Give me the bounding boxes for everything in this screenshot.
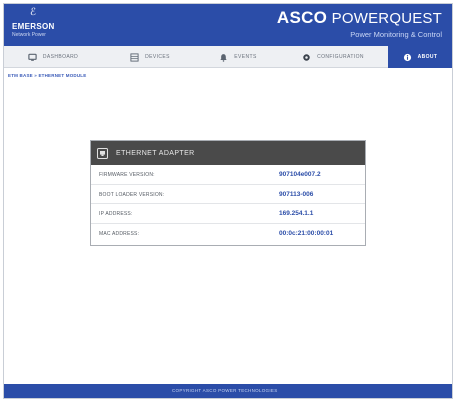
nav-tab-label: DASHBOARD	[42, 54, 79, 60]
row-label: BOOT LOADER VERSION:	[99, 191, 165, 198]
row-label: IP ADDRESS:	[99, 211, 133, 217]
devices-icon	[130, 52, 139, 62]
nav-tab-events[interactable]: EVENTS	[198, 46, 278, 68]
asco-subtitle: Power Monitoring & Control	[350, 30, 442, 39]
asco-logo-light: POWERQUEST	[331, 10, 442, 27]
nav-tab-dashboard[interactable]: DASHBOARD	[4, 46, 102, 68]
nav-tab-label: ABOUT	[417, 54, 438, 60]
nav-tab-about[interactable]: ABOUT	[388, 46, 452, 68]
emerson-logo: ℰ EMERSON Network Power	[12, 8, 82, 42]
nav-tab-configuration[interactable]: CONFIGURATION	[278, 46, 388, 68]
info-icon	[403, 53, 411, 61]
footer-text: COPYRIGHT ASCO POWER TECHNOLOGIES	[172, 388, 278, 393]
row-label: MAC ADDRESS:	[99, 230, 140, 237]
nav-tab-label: EVENTS	[234, 54, 257, 60]
info-row-ip-address: IP ADDRESS: 169.254.1.1	[91, 204, 365, 224]
info-row-bootloader: BOOT LOADER VERSION: 907113-006	[91, 185, 365, 204]
app-window: ℰ EMERSON Network Power ASCO POWERQUEST …	[3, 3, 453, 399]
main-nav: DASHBOARD DEVICES EVENTS CONFIGURATION A…	[4, 46, 452, 68]
info-row-mac-address: MAC ADDRESS: 00:0c:21:00:00:01	[91, 224, 365, 244]
panel-header: ETHERNET ADAPTER	[91, 141, 365, 165]
nav-tab-label: DEVICES	[145, 54, 170, 60]
asco-logo: ASCO POWERQUEST	[277, 8, 442, 28]
breadcrumb[interactable]: ETM BASE » ETHERNET MODULE	[8, 73, 86, 78]
bell-icon	[220, 53, 228, 62]
asco-logo-bold: ASCO	[276, 8, 328, 27]
network-adapter-icon	[97, 147, 108, 159]
nav-tab-devices[interactable]: DEVICES	[102, 46, 198, 68]
row-value: 00:0c:21:00:00:01	[279, 229, 334, 237]
info-row-firmware: FIRMWARE VERSION: 907104e007.2	[91, 165, 365, 185]
ethernet-adapter-panel: ETHERNET ADAPTER FIRMWARE VERSION: 90710…	[90, 140, 366, 246]
app-footer: COPYRIGHT ASCO POWER TECHNOLOGIES	[4, 384, 452, 398]
row-value: 907104e007.2	[279, 171, 321, 178]
emerson-subtitle: Network Power	[12, 32, 46, 38]
row-value: 907113-006	[279, 190, 314, 198]
emerson-name: EMERSON	[12, 22, 55, 31]
app-header: ℰ EMERSON Network Power ASCO POWERQUEST …	[4, 4, 452, 46]
gear-icon	[303, 53, 310, 61]
row-value: 169.254.1.1	[279, 210, 314, 217]
emerson-mark-icon: ℰ	[30, 7, 37, 18]
monitor-icon	[28, 53, 37, 61]
panel-title: ETHERNET ADAPTER	[116, 149, 195, 157]
row-label: FIRMWARE VERSION:	[99, 172, 155, 178]
nav-tab-label: CONFIGURATION	[317, 54, 364, 60]
